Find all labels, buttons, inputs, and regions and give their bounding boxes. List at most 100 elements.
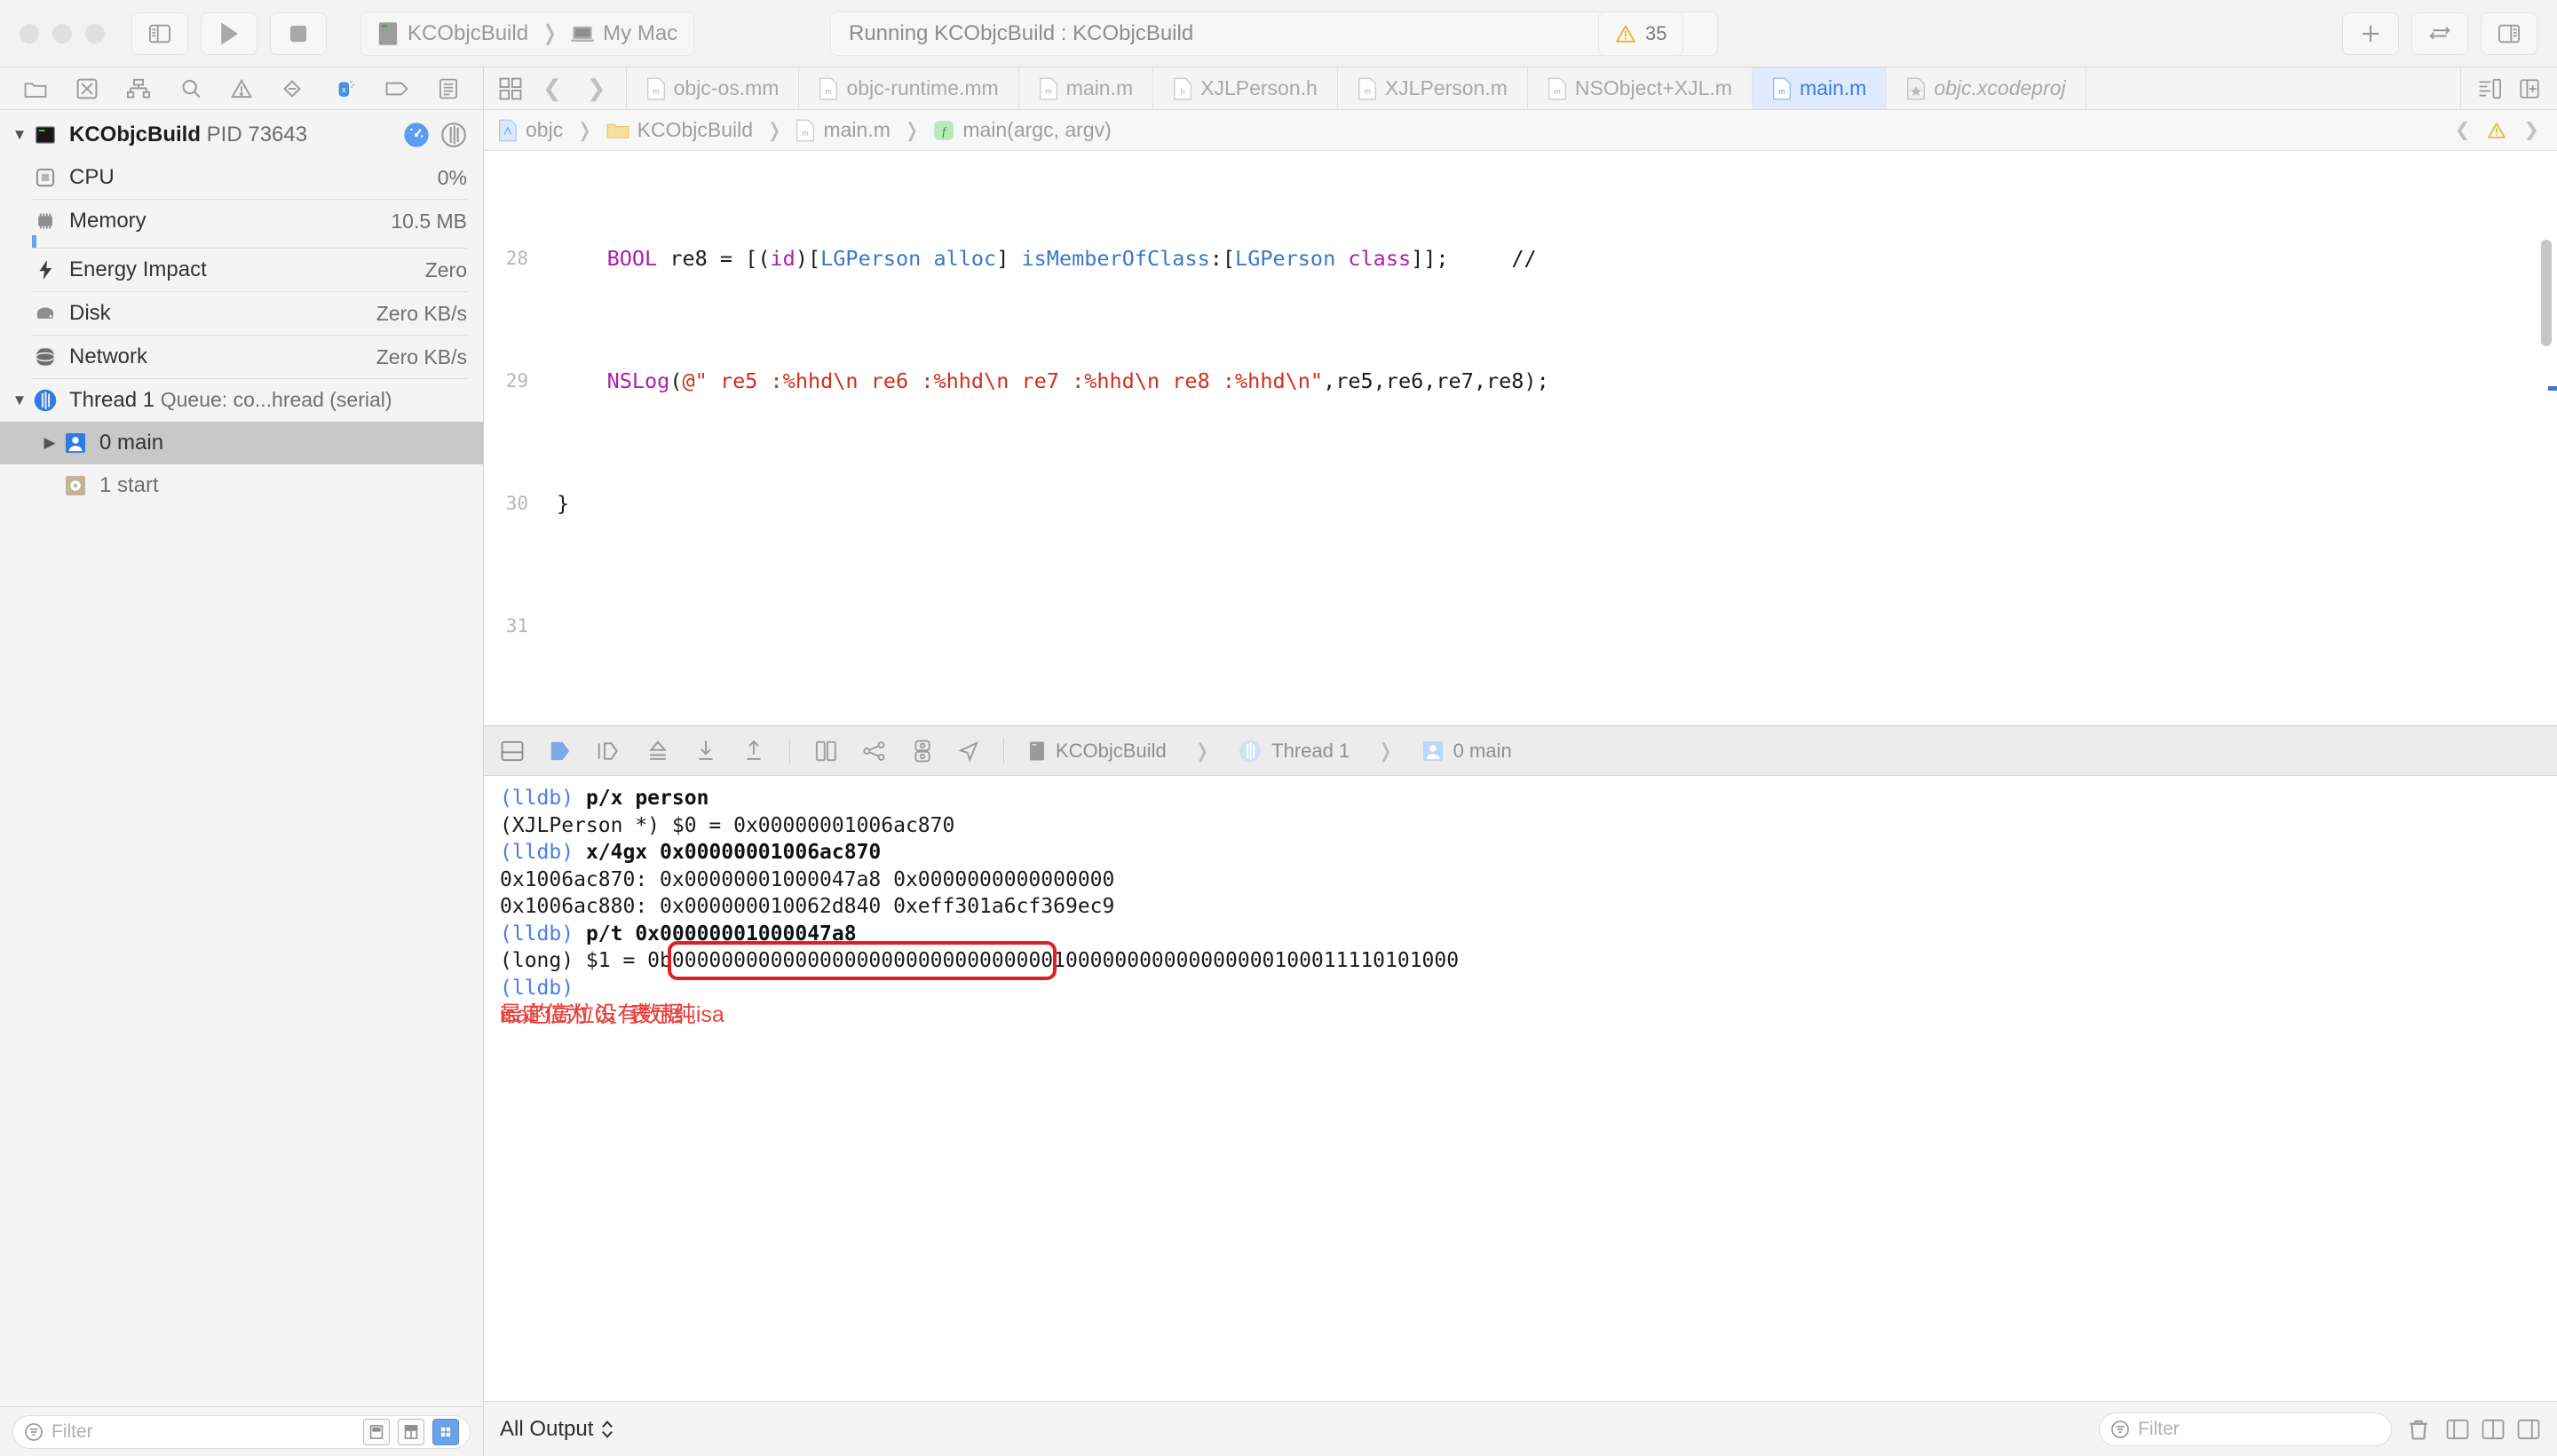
- scheme-chevron-icon: ❭: [541, 21, 559, 45]
- process-icon: [30, 123, 60, 146]
- console-toggle-icon[interactable]: [500, 740, 525, 763]
- step-up-icon[interactable]: [741, 739, 766, 764]
- editor-vertical-scrollbar[interactable]: [2541, 240, 2552, 346]
- minimize-button[interactable]: [52, 23, 72, 44]
- console-filter-field[interactable]: Filter: [2099, 1412, 2392, 1446]
- step-over-icon[interactable]: [596, 740, 622, 763]
- continue-icon[interactable]: [548, 740, 573, 763]
- tab-objc-xcodeproj[interactable]: objc.xcodeproj: [1887, 67, 2086, 109]
- breadcrumb-item-function[interactable]: f main(argc, argv): [933, 118, 1112, 142]
- gauge-row-energy[interactable]: Energy Impact Zero: [0, 249, 483, 291]
- add-assistant-editor-icon[interactable]: [2518, 77, 2541, 100]
- go-forward-button[interactable]: ❯: [582, 75, 612, 102]
- issue-navigator-icon[interactable]: [230, 77, 253, 100]
- tab-objc-runtime-mm[interactable]: m objc-runtime.mm: [799, 67, 1019, 109]
- show-both-panes-icon[interactable]: [2481, 1418, 2506, 1441]
- breadcrumb-item-file[interactable]: m main.m: [796, 118, 891, 142]
- warning-status-button[interactable]: 35: [1598, 11, 1684, 56]
- close-button[interactable]: [20, 23, 39, 44]
- debug-crumb-frame[interactable]: 0 main: [1421, 740, 1512, 763]
- next-issue-button[interactable]: ❯: [2518, 119, 2545, 141]
- code-review-button[interactable]: [2411, 12, 2468, 55]
- environment-overrides-icon[interactable]: [911, 739, 934, 764]
- thread-row[interactable]: ▼ Thread 1 Queue: co...hread (serial): [0, 379, 483, 422]
- go-back-button[interactable]: ❮: [537, 75, 567, 102]
- svg-text:m: m: [803, 128, 810, 138]
- lldb-console[interactable]: (lldb) p/x person (XJLPerson *) $0 = 0x0…: [484, 776, 2557, 1401]
- stop-button[interactable]: [270, 12, 327, 55]
- scheme-selector[interactable]: KCObjcBuild ❭ My Mac: [360, 11, 695, 56]
- step-into-icon[interactable]: [645, 739, 670, 764]
- minimap-toggle-icon[interactable]: [2477, 77, 2502, 100]
- project-icon: [498, 119, 518, 142]
- gauge-row-cpu[interactable]: CPU 0%: [0, 156, 483, 199]
- previous-issue-button[interactable]: ❮: [2450, 119, 2476, 141]
- memory-graph-icon[interactable]: [861, 740, 888, 763]
- show-console-only-icon[interactable]: [2516, 1418, 2541, 1441]
- disclosure-triangle-icon[interactable]: ▼: [9, 126, 30, 144]
- view-hierarchy-icon[interactable]: [813, 740, 838, 763]
- zoom-button[interactable]: [85, 23, 105, 44]
- warning-icon[interactable]: [2488, 121, 2506, 139]
- breadcrumb-item-folder[interactable]: KCObjcBuild: [606, 118, 753, 142]
- step-down-icon[interactable]: [693, 739, 718, 764]
- tab-label: objc-runtime.mm: [846, 76, 999, 99]
- tab-main-m-active[interactable]: m main.m: [1752, 67, 1888, 109]
- debug-crumb-process[interactable]: KCObjcBuild: [1027, 740, 1167, 763]
- report-navigator-icon[interactable]: [437, 77, 460, 100]
- inspector-toggle-button[interactable]: [2481, 12, 2537, 55]
- line-number[interactable]: 28: [484, 243, 541, 274]
- breadcrumb-item-project[interactable]: objc: [498, 118, 563, 142]
- filter-by-threads-button[interactable]: [432, 1418, 459, 1445]
- navigator-filter-field[interactable]: Filter: [12, 1414, 471, 1449]
- frame-row-0-main[interactable]: ▶ 0 main: [0, 422, 483, 464]
- tab-label: XJLPerson.h: [1200, 76, 1318, 99]
- symbol-navigator-icon[interactable]: [126, 77, 151, 100]
- line-number[interactable]: 31: [484, 611, 541, 642]
- navigator-toggle-button[interactable]: [131, 12, 188, 55]
- source-control-navigator-icon[interactable]: [75, 77, 99, 100]
- tab-nsobject-xjl-m[interactable]: m NSObject+XJL.m: [1528, 67, 1753, 109]
- gauge-row-disk[interactable]: Disk Zero KB/s: [0, 292, 483, 335]
- project-navigator-icon[interactable]: [23, 77, 48, 100]
- tab-main-m-1[interactable]: m main.m: [1019, 67, 1154, 109]
- thread-toggle-icon[interactable]: [440, 122, 467, 148]
- location-simulate-icon[interactable]: [957, 740, 980, 763]
- find-navigator-icon[interactable]: [179, 77, 202, 100]
- tab-xjlperson-m[interactable]: m XJLPerson.m: [1338, 67, 1528, 109]
- breakpoint-navigator-icon[interactable]: [384, 78, 409, 99]
- cpu-icon: [30, 166, 60, 189]
- add-editor-button[interactable]: [2342, 12, 2399, 55]
- tab-objc-os-mm[interactable]: m objc-os.mm: [627, 67, 800, 109]
- code-line-30: 30 }: [484, 488, 2557, 519]
- folder-icon: [606, 121, 629, 140]
- svg-text:m: m: [1554, 86, 1561, 96]
- frame-row-1-start[interactable]: 1 start: [0, 464, 483, 507]
- line-number[interactable]: 29: [484, 366, 541, 397]
- activity-status-view[interactable]: Running KCObjcBuild : KCObjcBuild: [830, 11, 1718, 56]
- gauge-row-network[interactable]: Network Zero KB/s: [0, 336, 483, 378]
- tab-bar-left-controls: ❮ ❯: [484, 67, 627, 109]
- disclosure-triangle-icon[interactable]: ▼: [9, 392, 30, 409]
- debug-navigator-icon[interactable]: x: [332, 76, 357, 101]
- gauge-value-memory: 10.5 MB: [391, 209, 467, 233]
- gauge-label-energy: Energy Impact: [69, 257, 207, 281]
- output-scope-selector[interactable]: All Output: [500, 1417, 615, 1442]
- m-file-icon: m: [1358, 77, 1377, 100]
- clear-console-icon[interactable]: [2406, 1417, 2431, 1442]
- filter-by-suspended-button[interactable]: [363, 1418, 390, 1445]
- show-variables-only-icon[interactable]: [2445, 1418, 2470, 1441]
- source-editor[interactable]: 28 BOOL re8 = [(id)[LGPerson alloc] isMe…: [484, 151, 2557, 725]
- process-row[interactable]: ▼ KCObjcBuild PID 73643: [0, 114, 483, 156]
- test-navigator-icon[interactable]: [281, 77, 304, 100]
- filter-by-libraries-button[interactable]: [398, 1418, 424, 1445]
- tab-xjlperson-h[interactable]: h XJLPerson.h: [1153, 67, 1338, 109]
- gauge-label-disk: Disk: [69, 301, 111, 325]
- gauge-toggle-icon[interactable]: [403, 122, 430, 148]
- line-number[interactable]: 30: [484, 488, 541, 519]
- debug-crumb-thread[interactable]: Thread 1: [1238, 739, 1350, 764]
- m-file-icon: m: [1548, 77, 1567, 100]
- tab-overview-icon[interactable]: [498, 76, 523, 101]
- console-filter-placeholder: Filter: [2138, 1418, 2180, 1439]
- run-button[interactable]: [201, 12, 257, 55]
